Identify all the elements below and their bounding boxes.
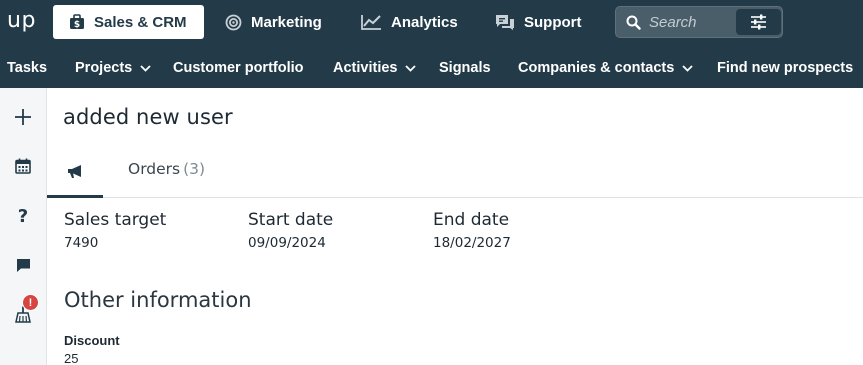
app-logo[interactable]: up	[7, 8, 36, 33]
search-icon	[626, 15, 641, 30]
field-value: 09/09/2024	[248, 235, 326, 251]
notification-badge: !	[22, 294, 39, 311]
briefcase-dollar-icon: $	[70, 14, 84, 30]
nav-projects-label: Projects	[75, 60, 133, 76]
nav-projects[interactable]: Projects	[75, 60, 151, 76]
nav-signals-label: Signals	[439, 60, 491, 76]
tab-orders[interactable]: Orders (3)	[128, 160, 205, 178]
chat-icon	[16, 258, 30, 272]
nav-tasks[interactable]: Tasks	[7, 60, 47, 76]
tab-announcements[interactable]	[47, 148, 103, 198]
tab-marketing-label: Marketing	[251, 13, 322, 31]
nav-customer-portfolio-label: Customer portfolio	[173, 60, 304, 76]
detail-tabs: Orders (3)	[47, 148, 863, 198]
tab-orders-count: (3)	[183, 160, 206, 178]
nav-customer-portfolio[interactable]: Customer portfolio	[173, 60, 304, 76]
search-filter-button[interactable]	[736, 9, 781, 35]
nav-activities[interactable]: Activities	[333, 60, 417, 76]
main-content: added new user Orders (3) Sales target 74…	[47, 88, 863, 365]
field-label: End date	[433, 210, 510, 230]
top-bar: up $ Sales & CRM Marketing Analytics Sup…	[0, 0, 863, 44]
field-sales-target: Sales target 7490	[64, 210, 166, 251]
discount-label: Discount	[64, 333, 120, 348]
line-chart-icon	[361, 15, 381, 30]
chevron-down-icon	[682, 64, 693, 72]
chat-bubbles-icon	[496, 14, 514, 30]
svg-text:$: $	[74, 20, 80, 30]
section-title-other-information: Other information	[64, 288, 252, 312]
tab-marketing[interactable]: Marketing	[225, 5, 322, 39]
sidebar-chat-button[interactable]	[0, 249, 46, 281]
nav-activities-label: Activities	[333, 60, 398, 76]
sidebar-help-button[interactable]: ?	[0, 200, 46, 232]
tab-support[interactable]: Support	[495, 5, 582, 39]
megaphone-icon	[67, 165, 81, 178]
target-icon	[225, 14, 242, 30]
sidebar-add-button[interactable]	[0, 101, 46, 133]
sliders-icon	[751, 14, 766, 30]
field-end-date: End date 18/02/2027	[433, 210, 511, 251]
field-label: Start date	[248, 210, 334, 230]
left-sidebar: ? !	[0, 88, 47, 365]
nav-signals[interactable]: Signals	[439, 60, 491, 76]
calendar-icon	[15, 158, 31, 174]
plus-icon	[15, 109, 31, 125]
search-box[interactable]: Search	[615, 6, 783, 38]
nav-companies-contacts[interactable]: Companies & contacts	[518, 60, 693, 76]
nav-find-new-prospects[interactable]: Find new prospects	[717, 60, 853, 76]
field-label: Sales target	[64, 210, 167, 230]
tab-sales-crm-label: Sales & CRM	[94, 13, 187, 31]
tab-analytics[interactable]: Analytics	[361, 5, 458, 39]
field-value: 7490	[64, 235, 99, 251]
help-icon: ?	[17, 205, 29, 227]
nav-tasks-label: Tasks	[7, 60, 48, 76]
field-start-date: Start date 09/09/2024	[248, 210, 333, 251]
main-nav: Tasks Projects Customer portfolio Activi…	[0, 44, 863, 88]
field-value: 18/02/2027	[433, 235, 511, 251]
tab-sales-crm[interactable]: $ Sales & CRM	[53, 5, 204, 39]
search-input[interactable]: Search	[649, 14, 697, 31]
chevron-down-icon	[405, 64, 417, 72]
tab-orders-label: Orders	[128, 160, 181, 178]
tab-support-label: Support	[524, 13, 582, 31]
tab-analytics-label: Analytics	[391, 13, 458, 31]
chevron-down-icon	[140, 64, 151, 72]
nav-companies-contacts-label: Companies & contacts	[518, 60, 675, 76]
page-title: added new user	[63, 105, 233, 129]
discount-value: 25	[64, 351, 79, 365]
nav-find-new-prospects-label: Find new prospects	[717, 60, 854, 76]
sidebar-calendar-button[interactable]	[0, 150, 46, 182]
